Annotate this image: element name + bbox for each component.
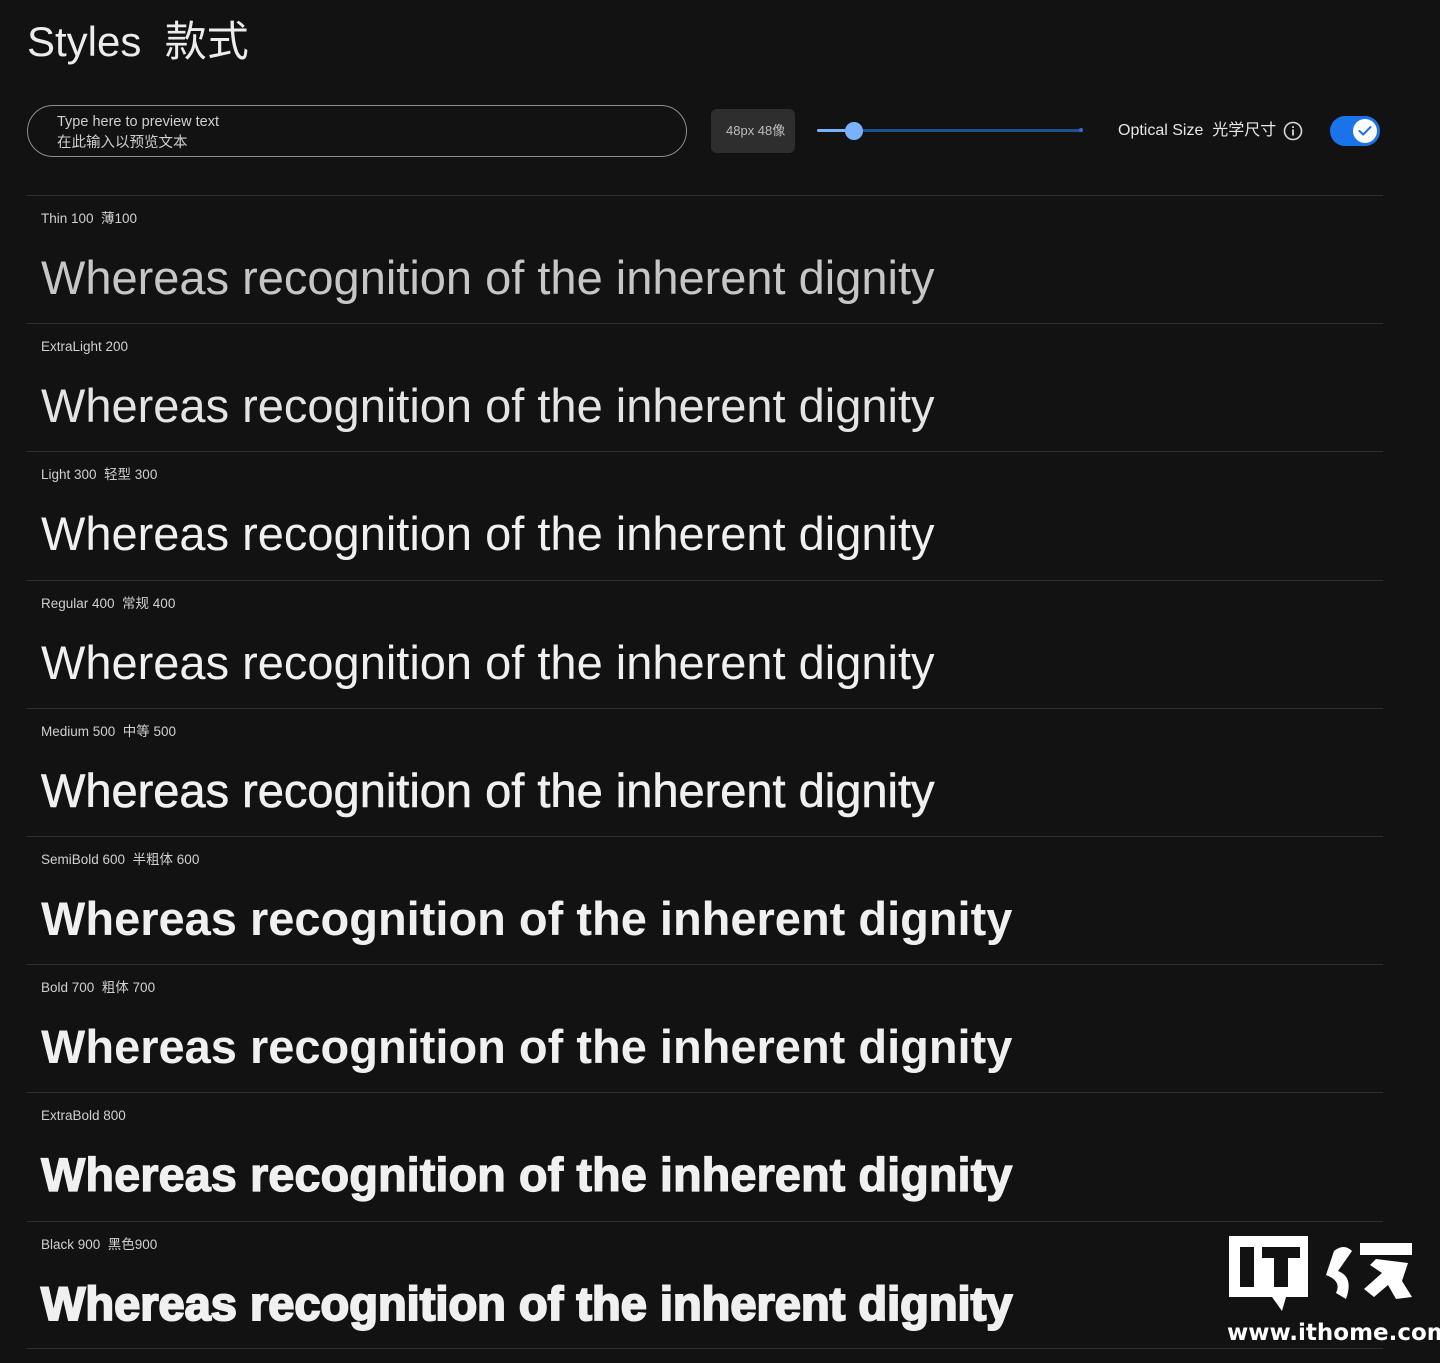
style-row: Regular 400 常规 400 Whereas recognition of… xyxy=(27,579,1383,708)
style-row: ExtraBold 800 Whereas recognition of the … xyxy=(27,1092,1383,1220)
style-row: Medium 500 中等 500 Whereas recognition of … xyxy=(27,707,1383,836)
style-label: Thin 100 薄100 xyxy=(41,211,138,226)
style-sample-text: Whereas recognition of the inherent dign… xyxy=(40,1276,1013,1331)
style-sample-text: Whereas recognition of the inherent dign… xyxy=(41,1020,1013,1074)
style-row: Black 900 黑色900 Whereas recognition of th… xyxy=(27,1220,1383,1349)
style-sample-text: Whereas recognition of the inherent dign… xyxy=(41,635,935,689)
slider-track-end xyxy=(1079,128,1083,132)
font-size-slider[interactable] xyxy=(817,120,1083,142)
style-sample-text: Whereas recognition of the inherent dign… xyxy=(41,379,935,433)
style-row: Bold 700 粗体 700 Whereas recognition of th… xyxy=(27,964,1383,1092)
style-label: Medium 500 中等 500 xyxy=(41,723,177,739)
slider-thumb[interactable] xyxy=(845,122,864,140)
style-label: ExtraLight 200 xyxy=(41,339,129,355)
style-sample-text: Whereas recognition of the inherent dign… xyxy=(41,891,1013,945)
style-label: ExtraBold 800 xyxy=(41,1108,126,1124)
style-row: ExtraLight 200 Whereas recognition of the… xyxy=(27,323,1383,451)
style-row: SemiBold 600 半粗体 600 Whereas recognition … xyxy=(27,835,1383,964)
style-sample-text: Whereas recognition of the inherent dign… xyxy=(41,507,935,561)
watermark-domain: www.ithome.com xyxy=(1227,1320,1440,1346)
check-icon xyxy=(1358,126,1372,136)
page-title: Styles 款式 xyxy=(27,18,249,65)
optical-size-toggle[interactable] xyxy=(1330,116,1380,146)
style-label: Black 900 黑色900 xyxy=(41,1236,158,1252)
style-row: Thin 100 薄100 Whereas recognition of the … xyxy=(27,195,1383,323)
preview-placeholder-zh: 在此输入以预览文本 xyxy=(57,135,188,151)
style-label: Light 300 轻型 300 xyxy=(41,467,158,483)
style-sample-text: Whereas recognition of the inherent dign… xyxy=(41,251,935,304)
optical-size-label: Optical Size 光学尺寸 xyxy=(1118,122,1277,139)
info-circle-icon[interactable] xyxy=(1283,121,1303,141)
style-label: Bold 700 粗体 700 xyxy=(41,980,156,996)
style-sample-text: Whereas recognition of the inherent dign… xyxy=(41,763,935,817)
preview-text-input[interactable]: Type here to preview text 在此输入以预览文本 xyxy=(27,105,687,157)
font-styles-list: Thin 100 薄100 Whereas recognition of the … xyxy=(27,195,1383,1349)
style-sample-text: Whereas recognition of the inherent dign… xyxy=(40,1148,1013,1202)
style-label: Regular 400 常规 400 xyxy=(41,595,176,611)
style-row: Light 300 轻型 300 Whereas recognition of t… xyxy=(27,451,1383,579)
preview-placeholder-en: Type here to preview text xyxy=(57,114,219,130)
toggle-knob xyxy=(1353,119,1377,143)
font-size-value-box[interactable]: 48px 48像 xyxy=(711,109,795,153)
style-label: SemiBold 600 半粗体 600 xyxy=(41,851,200,867)
